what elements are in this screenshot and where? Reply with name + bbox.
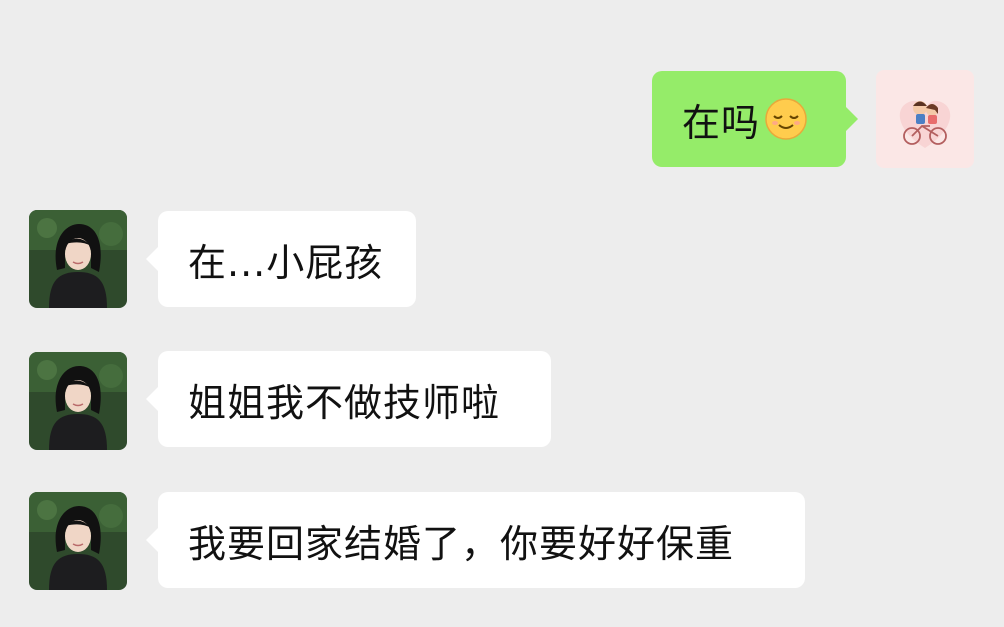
message-bubble-incoming[interactable]: 我要回家结婚了，你要好好保重 (146, 492, 805, 588)
chat-window: 在吗 在...小屁孩 姐姐我不做技师啦 我要回家结婚了，你要好好保重 (0, 0, 1004, 627)
woman-selfie-avatar[interactable] (29, 352, 127, 450)
message-bubble-incoming[interactable]: 在...小屁孩 (146, 211, 416, 307)
message-text: 我要回家结婚了，你要好好保重 (188, 521, 735, 566)
message-text: 姐姐我不做技师啦 (188, 380, 501, 425)
message-bubble-outgoing[interactable]: 在吗 (652, 71, 858, 167)
message-text: 在...小屁孩 (188, 240, 384, 285)
couple-on-bicycle-avatar[interactable] (876, 70, 974, 168)
message-text: 在吗 (682, 100, 761, 145)
message-bubble-incoming[interactable]: 姐姐我不做技师啦 (146, 351, 551, 447)
woman-selfie-avatar[interactable] (29, 492, 127, 590)
woman-selfie-avatar[interactable] (29, 210, 127, 308)
sleepy-smile-emoji-icon (764, 97, 808, 141)
